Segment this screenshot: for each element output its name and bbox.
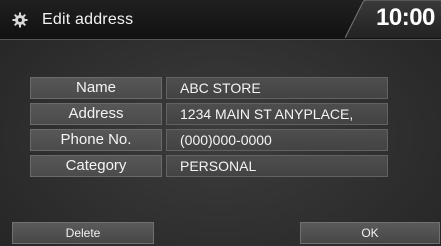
address-fields: Name ABC STORE Address 1234 MAIN ST ANYP… <box>30 77 388 181</box>
field-value: ABC STORE <box>180 80 261 96</box>
field-label: Address <box>68 105 124 122</box>
field-row-address[interactable]: Address 1234 MAIN ST ANYPLACE, <box>30 103 388 125</box>
delete-button[interactable]: Delete <box>12 222 154 244</box>
field-label: Phone No. <box>60 131 132 148</box>
field-row-phone[interactable]: Phone No. (000)000-0000 <box>30 129 388 151</box>
screen-title: Edit address <box>42 11 134 28</box>
ok-button[interactable]: OK <box>300 222 440 244</box>
field-value: 1234 MAIN ST ANYPLACE, <box>180 106 354 122</box>
edit-address-screen: Edit address 10:00 Name ABC STORE Addres… <box>0 0 441 246</box>
field-label: Category <box>65 157 127 174</box>
field-value: (000)000-0000 <box>180 132 272 148</box>
field-row-name[interactable]: Name ABC STORE <box>30 77 388 99</box>
field-label: Name <box>75 79 116 96</box>
gear-icon <box>12 12 28 28</box>
field-value: PERSONAL <box>180 158 257 174</box>
clock: 10:00 <box>376 4 435 31</box>
title-bar: Edit address 10:00 <box>0 0 441 40</box>
field-row-category[interactable]: Category PERSONAL <box>30 155 388 177</box>
